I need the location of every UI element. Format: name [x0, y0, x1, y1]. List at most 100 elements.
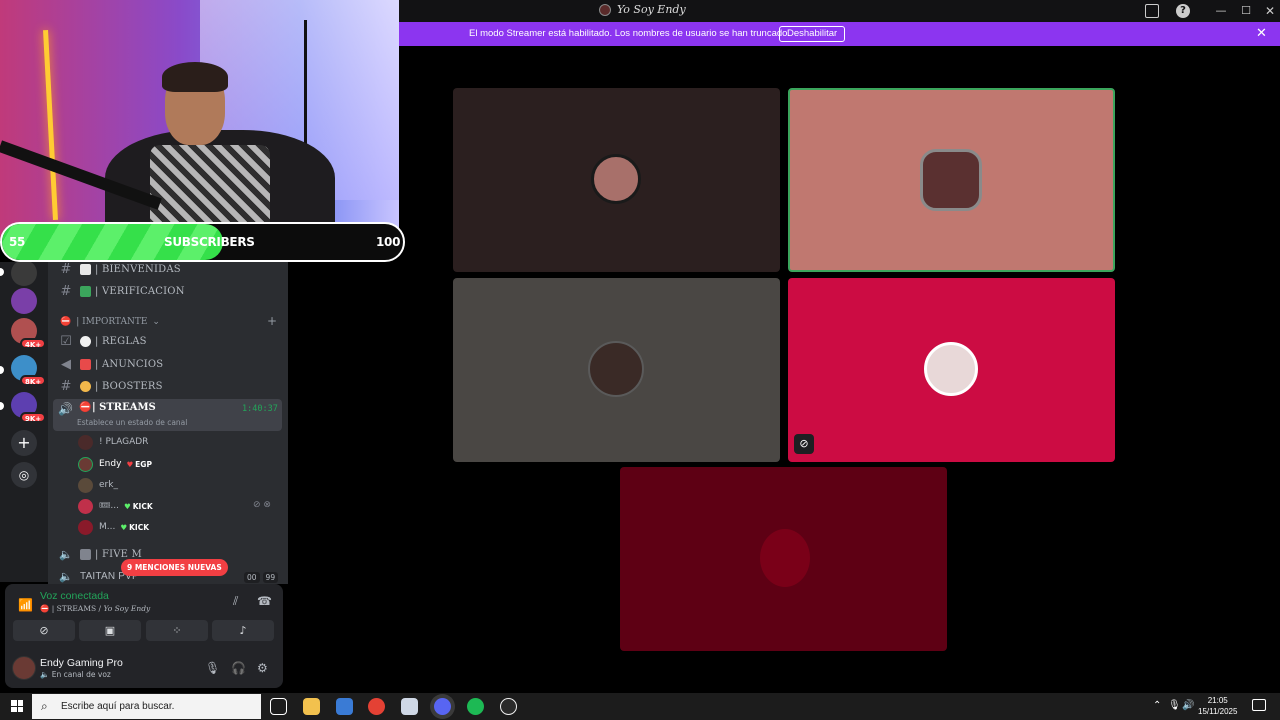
server-icon[interactable] — [11, 288, 37, 314]
user-status: 🔈 En canal de voz — [40, 670, 111, 679]
chrome-icon[interactable] — [368, 698, 385, 715]
no-entry-icon: ⛔ — [79, 402, 92, 413]
chevron-up-icon[interactable]: ⌃ — [1153, 700, 1161, 711]
video-tile[interactable] — [453, 278, 780, 462]
text-channel-icon: # — [60, 262, 72, 277]
title-bar: Yo Soy Endy ? — ☐ ✕ — [399, 0, 1280, 22]
microphone-icon[interactable]: 🎙 — [1168, 700, 1181, 711]
system-clock[interactable]: 21:05 15/11/2025 — [1198, 695, 1237, 717]
activities-button[interactable]: ⁘ — [146, 620, 208, 641]
channel-item[interactable]: # | BOOSTERS — [58, 376, 163, 396]
webcam-feed — [0, 0, 399, 240]
help-icon[interactable]: ? — [1176, 4, 1190, 18]
voice-user[interactable]: ! PLAGADR — [78, 433, 148, 451]
spotify-icon[interactable] — [467, 698, 484, 715]
voice-user[interactable]: M... ♥ KICK — [78, 518, 149, 536]
add-server-icon[interactable]: + — [11, 430, 37, 456]
noise-suppression-icon[interactable]: ⫽ — [233, 594, 238, 609]
no-entry-icon: ⛔ — [40, 604, 50, 613]
category-header[interactable]: ⛔ | IMPORTANTE ⌄ — [60, 317, 160, 327]
voice-user[interactable]: erk_ — [78, 476, 118, 494]
discord-icon[interactable] — [434, 698, 451, 715]
user-count-max: 99 — [262, 572, 279, 583]
channel-item[interactable]: # | BIENVENIDAS — [58, 262, 181, 279]
taskbar-search[interactable]: ⌕ Escribe aquí para buscar. — [32, 694, 261, 719]
voice-user-name: ! PLAGADR — [99, 437, 149, 447]
server-logo-icon — [599, 3, 611, 16]
heart-icon: ♥ — [124, 501, 131, 511]
video-tile[interactable] — [620, 467, 947, 651]
minimize-icon[interactable]: — — [1214, 4, 1228, 18]
close-banner-icon[interactable]: ✕ — [1256, 26, 1267, 41]
channel-status-prompt[interactable]: Establece un estado de canal — [77, 418, 187, 427]
voice-user[interactable]: Endy ♥ EGP — [78, 455, 152, 473]
gamepad-icon — [80, 548, 91, 560]
user-tag: ♥ KICK — [124, 502, 153, 511]
store-icon[interactable] — [336, 698, 353, 715]
file-explorer-icon[interactable] — [303, 698, 320, 715]
video-tile[interactable]: ⊘ — [788, 278, 1115, 462]
heart-icon: ♥ — [126, 459, 134, 469]
voice-channel-icon: 🔈 — [59, 547, 73, 561]
voice-server-label: Yo Soy Endy — [103, 604, 151, 613]
server-rail: 4K+ 8K+ 9K+ + ◎ — [0, 260, 48, 582]
window-title: Yo Soy Endy — [599, 3, 686, 16]
user-tag: ♥ EGP — [126, 460, 152, 469]
add-channel-icon[interactable]: + — [267, 314, 277, 328]
participant-avatar — [591, 154, 641, 204]
clock-time: 21:05 — [1207, 696, 1228, 705]
obs-icon[interactable] — [500, 698, 517, 715]
server-icon[interactable] — [11, 260, 37, 286]
avatar — [78, 477, 93, 493]
channel-item[interactable]: ◀ | ANUNCIOS — [58, 354, 163, 374]
channel-emoji-icon — [80, 358, 91, 370]
user-name[interactable]: Endy Gaming Pro — [40, 657, 123, 669]
channel-name: | VERIFICACION — [95, 285, 185, 297]
avatar — [78, 519, 93, 535]
discover-icon[interactable]: ◎ — [11, 462, 37, 488]
speaker-icon[interactable]: 🔊 — [1182, 700, 1194, 711]
inbox-icon[interactable] — [1145, 4, 1159, 18]
user-tag-text: KICK — [129, 522, 150, 532]
gear-icon[interactable]: ⚙ — [257, 661, 268, 675]
notifications-icon[interactable] — [1252, 699, 1266, 711]
voice-channel-path[interactable]: ⛔ | STREAMS / Yo Soy Endy — [40, 604, 150, 613]
text-channel-icon: # — [60, 283, 72, 299]
video-tile[interactable] — [453, 88, 780, 272]
unread-pill — [0, 268, 4, 276]
channel-emoji-icon — [80, 263, 91, 275]
window-title-text: Yo Soy Endy — [617, 3, 686, 16]
server-badge: 9K+ — [20, 412, 47, 423]
soundboard-button[interactable]: ♪ — [212, 620, 274, 641]
new-mentions-pill[interactable]: 9 MENCIONES NUEVAS — [121, 559, 228, 576]
windows-start-icon[interactable] — [11, 700, 23, 712]
maximize-icon[interactable]: ☐ — [1239, 4, 1253, 18]
camera-toggle-button[interactable]: ⊘ — [13, 620, 75, 641]
video-tile-speaking[interactable] — [788, 88, 1115, 272]
user-count-current: 00 — [244, 572, 260, 583]
microphone-icon[interactable]: 🎙 — [205, 661, 220, 675]
task-view-icon[interactable] — [270, 698, 287, 715]
text-channel-icon: # — [60, 378, 72, 394]
user-count: 00 99 — [244, 572, 279, 583]
app-icon[interactable] — [401, 698, 418, 715]
headphones-icon[interactable]: 🎧 — [231, 661, 246, 675]
close-window-icon[interactable]: ✕ — [1263, 4, 1277, 18]
disconnect-icon[interactable]: ☎ — [257, 594, 272, 608]
muted-deafened-icon: ⊘ ⊗ — [253, 500, 271, 510]
subscriber-goal: 100 — [376, 235, 401, 249]
voice-status[interactable]: Voz conectada — [40, 590, 109, 602]
chevron-down-icon: ⌄ — [152, 317, 160, 327]
participant-avatar — [588, 341, 644, 397]
webcam-lamp — [43, 29, 58, 221]
avatar[interactable] — [12, 656, 36, 680]
voice-user[interactable]: 🎟... ♥ KICK — [78, 497, 153, 515]
signal-icon[interactable]: 📶 — [18, 598, 33, 612]
channel-item[interactable]: # | VERIFICACION — [58, 281, 185, 301]
channel-item[interactable]: ☑ | REGLAS — [58, 331, 147, 351]
channel-list: # | BIENVENIDAS # | VERIFICACION ⛔ | IMP… — [48, 262, 288, 584]
voice-channel-icon: 🔊 — [58, 402, 73, 416]
screen-share-button[interactable]: ▣ — [79, 620, 141, 641]
disable-streamer-button[interactable]: Deshabilitar — [779, 26, 846, 42]
streamer-mode-banner: El modo Streamer está habilitado. Los no… — [399, 22, 1280, 46]
